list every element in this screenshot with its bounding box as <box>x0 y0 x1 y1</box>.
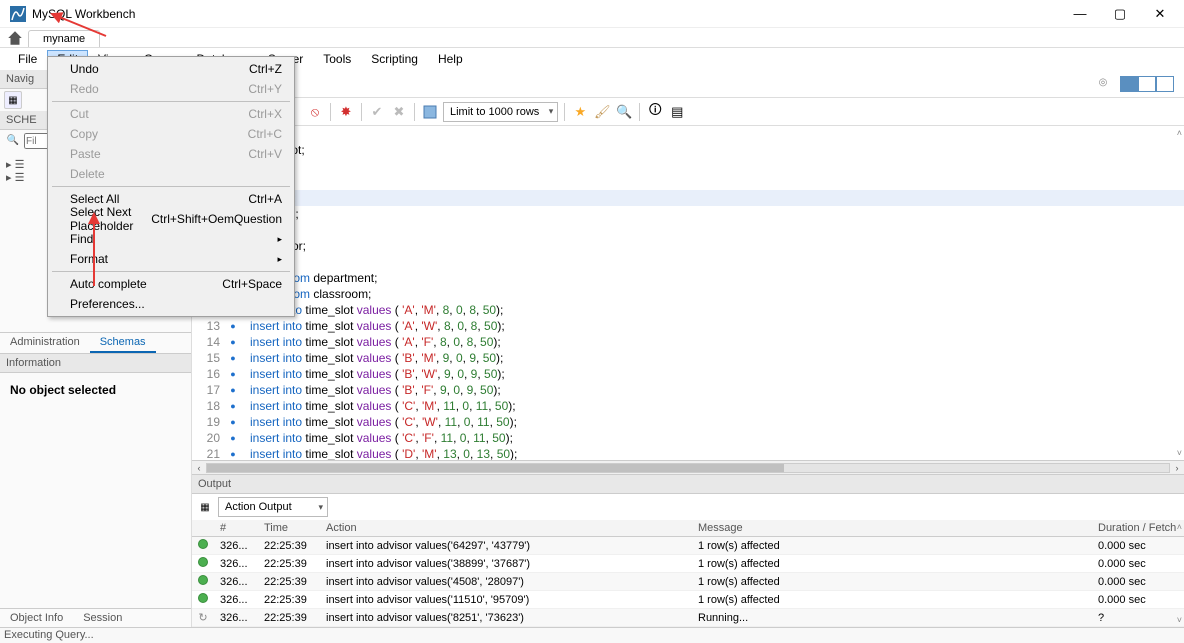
menu-tools[interactable]: Tools <box>313 50 361 68</box>
sql-line[interactable]: 13● insert into time_slot values ( 'A', … <box>192 318 1184 334</box>
sql-line[interactable]: 17● insert into time_slot values ( 'B', … <box>192 382 1184 398</box>
sql-line[interactable]: m advisor; <box>192 158 1184 174</box>
edit-menu-dropdown: UndoCtrl+ZRedoCtrl+YCutCtrl+XCopyCtrl+CP… <box>47 56 295 317</box>
output-table: # Time Action Message Duration / Fetch 3… <box>192 520 1184 627</box>
layout-2[interactable] <box>1138 76 1156 92</box>
stop-icon[interactable]: ⦸ <box>306 103 324 121</box>
menu-scripting[interactable]: Scripting <box>361 50 428 68</box>
status-bar: Executing Query... <box>0 627 1184 643</box>
tab-session[interactable]: Session <box>73 609 132 627</box>
scroll-up-icon[interactable]: ˄ <box>1177 128 1182 138</box>
sql-line[interactable]: 21● insert into time_slot values ( 'D', … <box>192 446 1184 460</box>
no-object-label: No object selected <box>10 383 116 397</box>
sql-line[interactable]: 19● insert into time_slot values ( 'C', … <box>192 414 1184 430</box>
sql-line[interactable]: 12● insert into time_slot values ( 'A', … <box>192 302 1184 318</box>
col-num[interactable]: # <box>214 520 258 537</box>
output-row[interactable]: 326...22:25:39insert into advisor values… <box>192 537 1184 555</box>
toolbar-icon[interactable]: ▦ <box>4 91 22 109</box>
explain-icon[interactable]: ✸ <box>337 103 355 121</box>
row-limit-select[interactable]: Limit to 1000 rows <box>443 102 558 122</box>
connection-tab[interactable]: myname <box>28 30 100 47</box>
menu-item-redo: RedoCtrl+Y <box>50 79 292 99</box>
status-running-icon: ↻ <box>198 611 208 624</box>
commit-icon[interactable]: ✔ <box>368 103 386 121</box>
output-type-select[interactable]: Action Output <box>218 497 328 517</box>
layout-switch: ◎ <box>1096 76 1180 92</box>
sql-line[interactable]: 10● delete from department; <box>192 270 1184 286</box>
col-duration[interactable]: Duration / Fetch <box>1092 520 1184 537</box>
tab-object-info[interactable]: Object Info <box>0 609 73 627</box>
scroll-up-icon[interactable]: ˄ <box>1177 522 1182 532</box>
information-body: No object selected <box>0 373 191 608</box>
layout-3[interactable] <box>1156 76 1174 92</box>
search-icon[interactable]: 🔍 <box>615 103 633 121</box>
menu-help[interactable]: Help <box>428 50 473 68</box>
sql-line[interactable]: 20● insert into time_slot values ( 'C', … <box>192 430 1184 446</box>
app-icon <box>10 6 26 22</box>
status-ok-icon <box>198 575 208 585</box>
sql-line[interactable]: m time_slot; <box>192 142 1184 158</box>
sql-line[interactable]: 15● insert into time_slot values ( 'B', … <box>192 350 1184 366</box>
status-ok-icon <box>198 557 208 567</box>
snippet-icon[interactable]: 🛈 <box>646 103 664 121</box>
rollback-icon[interactable]: ✖ <box>390 103 408 121</box>
autocommit-icon[interactable] <box>421 103 439 121</box>
home-icon[interactable] <box>6 29 24 47</box>
sql-line[interactable]: 16● insert into time_slot values ( 'B', … <box>192 366 1184 382</box>
query-toolbar: ⦸ ✸ ✔ ✖ Limit to 1000 rows ★ 🖌 🔍 🛈 ▤ <box>192 98 1184 126</box>
layout-1[interactable] <box>1120 76 1138 92</box>
minimize-button[interactable]: — <box>1060 0 1100 28</box>
sql-line[interactable]: m course; <box>192 254 1184 270</box>
col-message[interactable]: Message <box>692 520 1092 537</box>
menu-item-delete: Delete <box>50 164 292 184</box>
close-button[interactable]: ✕ <box>1140 0 1180 28</box>
title-bar: MySQL Workbench — ▢ ✕ <box>0 0 1184 28</box>
sql-line[interactable]: m student; <box>192 190 1184 206</box>
menu-item-copy: CopyCtrl+C <box>50 124 292 144</box>
sql-line[interactable]: 18● insert into time_slot values ( 'C', … <box>192 398 1184 414</box>
sql-editor[interactable]: m prereq;m time_slot;m advisor;m takes;m… <box>192 126 1184 460</box>
information-header: Information <box>0 354 191 373</box>
scroll-down-icon[interactable]: ˅ <box>1177 615 1182 625</box>
sql-line[interactable]: m takes; <box>192 174 1184 190</box>
menu-item-cut: CutCtrl+X <box>50 104 292 124</box>
scroll-down-icon[interactable]: ˅ <box>1177 448 1182 458</box>
sql-line[interactable]: m teaches; <box>192 206 1184 222</box>
sql-line[interactable]: m prereq; <box>192 126 1184 142</box>
menu-item-select-next-placeholder[interactable]: Select Next PlaceholderCtrl+Shift+OemQue… <box>50 209 292 229</box>
tab-schemas[interactable]: Schemas <box>90 333 156 353</box>
sql-line[interactable]: m section; <box>192 222 1184 238</box>
sql-line[interactable]: m instructor; <box>192 238 1184 254</box>
menu-item-undo[interactable]: UndoCtrl+Z <box>50 59 292 79</box>
sql-line[interactable]: 14● insert into time_slot values ( 'A', … <box>192 334 1184 350</box>
output-row[interactable]: 326...22:25:39insert into advisor values… <box>192 573 1184 591</box>
toggle-icon[interactable]: ▤ <box>668 103 686 121</box>
menu-item-auto-complete[interactable]: Auto completeCtrl+Space <box>50 274 292 294</box>
update-icon[interactable]: ◎ <box>1096 76 1110 90</box>
tab-administration[interactable]: Administration <box>0 333 90 353</box>
search-icon[interactable]: 🔍 <box>6 133 20 147</box>
col-time[interactable]: Time <box>258 520 320 537</box>
output-row[interactable]: 326...22:25:39insert into advisor values… <box>192 591 1184 609</box>
connection-tabbar: myname <box>0 28 1184 48</box>
status-ok-icon <box>198 539 208 549</box>
maximize-button[interactable]: ▢ <box>1100 0 1140 28</box>
menu-file[interactable]: File <box>8 50 47 68</box>
output-header: Output <box>192 474 1184 494</box>
menu-item-format[interactable]: Format▸ <box>50 249 292 269</box>
menu-item-find[interactable]: Find▸ <box>50 229 292 249</box>
sql-line[interactable]: 11● delete from classroom; <box>192 286 1184 302</box>
app-title: MySQL Workbench <box>32 7 135 21</box>
beautify-icon[interactable]: 🖌 <box>593 103 611 121</box>
menu-item-preferences-[interactable]: Preferences... <box>50 294 292 314</box>
status-ok-icon <box>198 593 208 603</box>
menu-item-paste: PasteCtrl+V <box>50 144 292 164</box>
horizontal-scrollbar[interactable]: ‹ › <box>192 460 1184 474</box>
star-icon[interactable]: ★ <box>571 103 589 121</box>
col-action[interactable]: Action <box>320 520 692 537</box>
output-clear-icon[interactable]: ▦ <box>198 500 212 514</box>
output-row[interactable]: 326...22:25:39insert into advisor values… <box>192 555 1184 573</box>
output-row[interactable]: ↻326...22:25:39insert into advisor value… <box>192 609 1184 627</box>
